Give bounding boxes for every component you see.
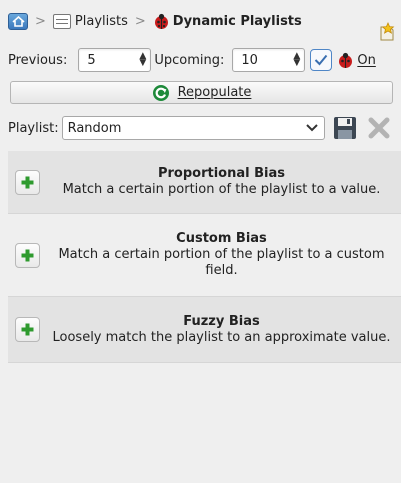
bookmark-star-icon[interactable] [377,22,397,42]
previous-value: 5 [87,52,96,68]
green-plus-icon [21,176,34,188]
on-label[interactable]: On [357,53,375,68]
bias-title: Custom Bias [176,231,267,246]
breadcrumb-playlists[interactable]: Playlists [52,13,128,29]
breadcrumb-label: Dynamic Playlists [172,13,302,29]
bias-list: Proportional Bias Match a certain portio… [8,151,401,483]
delete-x-icon[interactable] [367,116,391,140]
upcoming-label: Upcoming: [154,52,225,68]
previous-label: Previous: [8,52,68,68]
bias-description: Match a certain portion of the playlist … [58,247,385,278]
green-plus-icon [21,323,34,336]
playlist-icon [52,13,71,29]
bias-text: Custom Bias Match a certain portion of t… [46,231,397,279]
bias-item-custom[interactable]: Custom Bias Match a certain portion of t… [8,214,401,297]
ladybug-icon [339,52,353,68]
dynamic-mode-checkbox[interactable] [310,49,333,71]
add-bias-button[interactable] [15,169,40,195]
playlist-label: Playlist: [8,120,59,136]
bias-item-proportional[interactable]: Proportional Bias Match a certain portio… [8,151,401,214]
bias-item-fuzzy[interactable]: Fuzzy Bias Loosely match the playlist to… [8,297,401,363]
chevron-down-icon [305,124,318,132]
breadcrumb-dynamic-playlists[interactable]: Dynamic Playlists [153,13,302,30]
bias-title: Proportional Bias [157,166,285,181]
playlist-selected-value: Random [67,120,122,136]
breadcrumb-separator: > [35,13,46,29]
ladybug-icon [154,13,168,29]
green-plus-icon [21,249,34,261]
playlist-dropdown[interactable]: Random [61,116,325,140]
upcoming-spinbox[interactable]: 10 ▲ ▼ [232,48,306,72]
spin-arrows-icon[interactable]: ▲ ▼ [293,52,300,68]
repopulate-button[interactable]: Repopulate [10,81,393,104]
breadcrumb-separator: > [134,13,146,29]
breadcrumb-home[interactable] [8,12,28,30]
home-icon [8,12,28,30]
spin-arrows-icon[interactable]: ▲ ▼ [139,52,146,68]
previous-spinbox[interactable]: 5 ▲ ▼ [78,48,152,72]
floppy-disk-icon[interactable] [333,116,357,140]
playlist-select-row: Playlist: Random [8,115,401,141]
add-bias-button[interactable] [15,242,40,268]
bias-text: Proportional Bias Match a certain portio… [46,166,397,198]
repopulate-label: Repopulate [177,85,252,100]
playlist-counts-row: Previous: 5 ▲ ▼ Upcoming: 10 ▲ ▼ On [8,47,401,73]
breadcrumb: > Playlists > Dynamic Playlists [8,10,401,41]
bias-title: Fuzzy Bias [183,313,260,329]
breadcrumb-label: Playlists [74,13,128,29]
bias-description: Match a certain portion of the playlist … [62,182,381,197]
checkmark-icon [315,54,328,66]
bias-description: Loosely match the playlist to an approxi… [52,329,391,345]
refresh-icon [152,84,169,101]
upcoming-value: 10 [241,52,258,68]
add-bias-button[interactable] [15,317,40,342]
bias-text: Fuzzy Bias Loosely match the playlist to… [46,314,397,346]
